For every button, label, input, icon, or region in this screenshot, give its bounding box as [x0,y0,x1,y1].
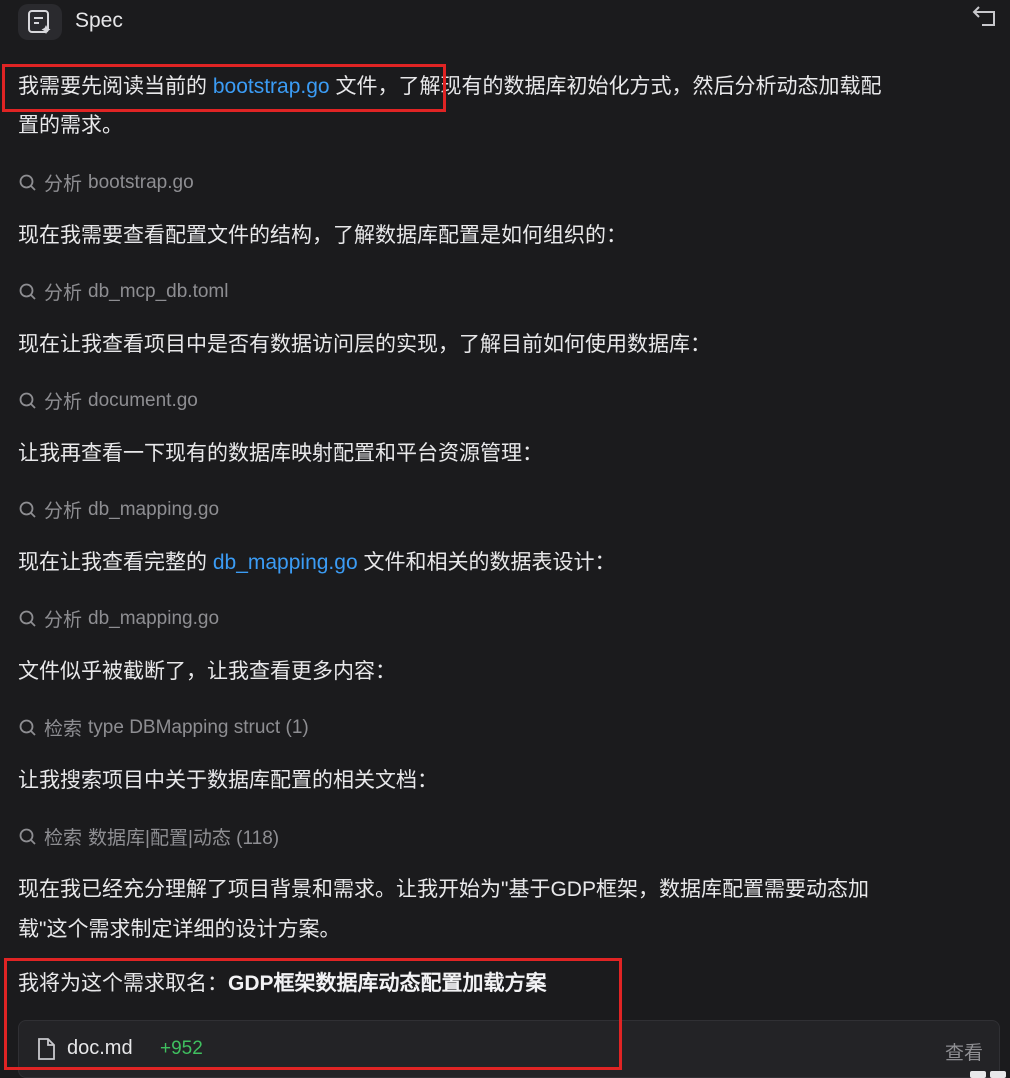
file-link-db-mapping[interactable]: db_mapping.go [213,551,358,574]
back-arrow-icon[interactable] [972,5,998,27]
view-button[interactable]: 查看 [945,1038,983,1065]
panel-header: Spec [0,0,1010,44]
tool-action: 检索 [44,719,83,740]
assistant-message: 现在让我查看完整的 db_mapping.go 文件和相关的数据表设计： [18,544,615,582]
message-text: 我需要先阅读当前的 [18,75,213,98]
tool-action: 分析 [44,283,83,304]
spec-panel: Spec 我需要先阅读当前的 bootstrap.go 文件，了解现有的数据库初… [0,0,1010,1078]
file-link-bootstrap[interactable]: bootstrap.go [213,75,330,98]
additions-count: +952 [160,1038,203,1059]
assistant-message: 我将为这个需求取名：GDP框架数据库动态配置加载方案 [18,965,547,1003]
tool-call[interactable]: 检索 数据库|配置|动态 (118) [18,823,279,850]
tool-action: 分析 [44,501,83,522]
tool-call[interactable]: 分析 db_mapping.go [18,605,219,632]
search-icon [19,392,36,409]
assistant-message: 文件似乎被截断了，让我查看更多内容： [18,660,396,683]
assistant-message: 现在我已经充分理解了项目背景和需求。让我开始为"基于GDP框架，数据库配置需要动… [18,878,869,901]
tool-target: bootstrap.go [88,171,194,193]
search-icon [19,828,36,845]
tool-target: type DBMapping struct (1) [88,716,309,738]
message-text: 文件，了解现有的数据库初始化方式，然后分析动态加载配 [329,75,882,98]
tool-target: db_mapping.go [88,607,220,629]
tool-target: 数据库|配置|动态 (118) [88,828,280,849]
assistant-message: 现在我需要查看配置文件的结构，了解数据库配置是如何组织的： [18,224,627,247]
tool-target: db_mapping.go [88,498,220,520]
search-icon [19,174,36,191]
tool-action: 检索 [44,828,83,849]
tool-call[interactable]: 分析 bootstrap.go [18,169,194,196]
tool-call[interactable]: 分析 document.go [18,387,198,414]
expand-icon[interactable] [964,1070,1010,1078]
message-text: 现在让我查看完整的 [18,551,213,574]
tool-call[interactable]: 检索 type DBMapping struct (1) [18,714,309,741]
tool-target: document.go [88,389,198,411]
search-icon [19,283,36,300]
panel-title: Spec [75,9,123,32]
message-text: 文件和相关的数据表设计： [357,551,616,574]
assistant-message: 让我搜索项目中关于数据库配置的相关文档： [18,769,438,792]
tool-action: 分析 [44,610,83,631]
tool-target: db_mcp_db.toml [88,280,229,302]
document-icon [38,1038,55,1060]
tool-action: 分析 [44,174,83,195]
file-name: doc.md [67,1037,133,1059]
assistant-message-continued: 置的需求。 [18,114,123,137]
tool-action: 分析 [44,392,83,413]
search-icon [19,719,36,736]
assistant-message: 现在让我查看项目中是否有数据访问层的实现，了解目前如何使用数据库： [18,333,711,356]
spec-icon [18,4,62,40]
tool-call[interactable]: 分析 db_mcp_db.toml [18,278,228,305]
file-card[interactable]: doc.md +952 查看 [18,1020,1000,1078]
tool-call[interactable]: 分析 db_mapping.go [18,496,219,523]
search-icon [19,501,36,518]
assistant-message: 我需要先阅读当前的 bootstrap.go 文件，了解现有的数据库初始化方式，… [18,68,881,106]
assistant-message-continued: 载"这个需求制定详细的设计方案。 [18,918,341,941]
message-text: 我将为这个需求取名： [18,972,228,995]
assistant-message: 让我再查看一下现有的数据库映射配置和平台资源管理： [18,442,543,465]
spec-name: GDP框架数据库动态配置加载方案 [228,972,547,995]
search-icon [19,610,36,627]
